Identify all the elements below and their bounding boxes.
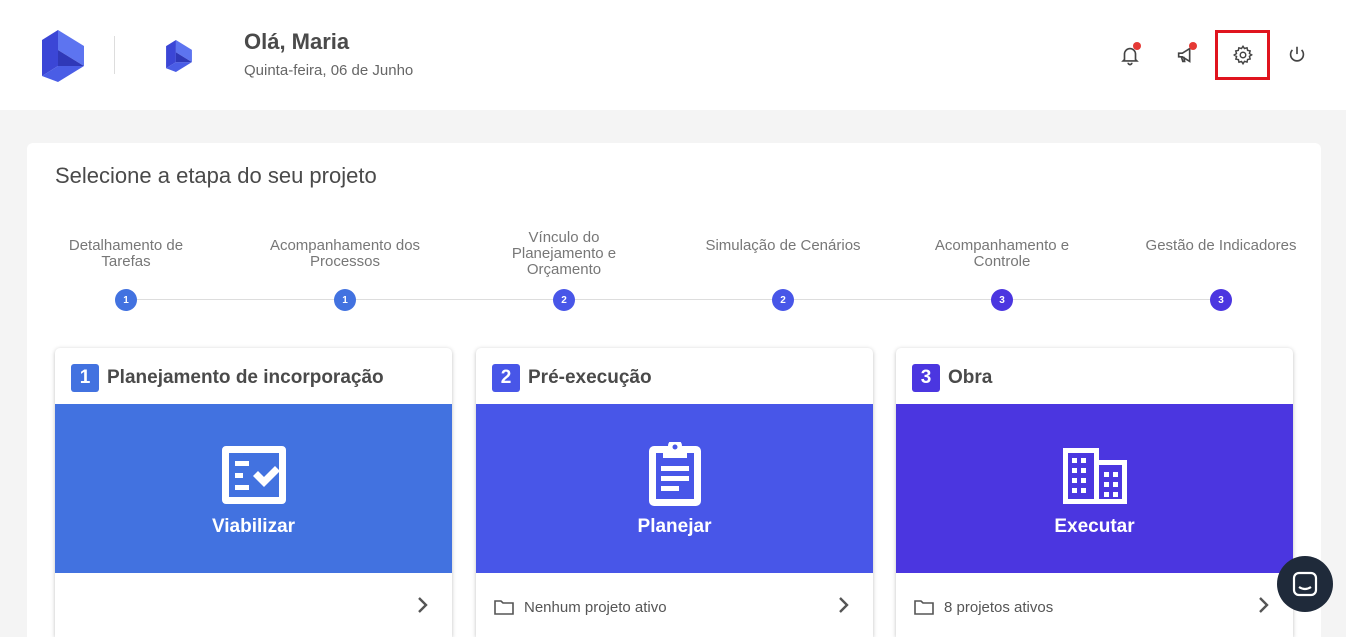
card-title: Pré-execução	[528, 367, 652, 388]
building-icon	[1062, 448, 1127, 504]
card-obra[interactable]: 3 Obra Executar 8 projetos ativos	[896, 348, 1293, 637]
active-projects-text: Nenhum projeto ativo	[524, 599, 667, 616]
step-label: Acompanhamento e Controle	[934, 237, 1070, 270]
top-header: Olá, Maria Quinta-feira, 06 de Junho	[0, 0, 1346, 110]
project-stage-panel: Selecione a etapa do seu projeto Detalha…	[27, 143, 1321, 637]
card-header: 2 Pré-execução	[492, 364, 652, 392]
step-label: Detalhamento de Tarefas	[68, 237, 184, 270]
card-title: Planejamento de incorporação	[107, 367, 384, 388]
chevron-right-icon[interactable]	[837, 596, 851, 614]
gear-icon	[1232, 44, 1253, 66]
card-footer[interactable]: Nenhum projeto ativo	[476, 573, 873, 637]
stage-number-badge: 1	[71, 364, 99, 392]
folder-icon	[914, 600, 934, 615]
card-body[interactable]: Executar	[896, 404, 1293, 573]
greeting-text: Olá, Maria	[244, 29, 350, 54]
step-label: Acompanhamento dos Processos	[269, 237, 421, 270]
page-title: Selecione a etapa do seu projeto	[55, 163, 377, 188]
brand-logo[interactable]	[42, 30, 84, 82]
logout-button[interactable]	[1282, 40, 1312, 70]
chevron-right-icon[interactable]	[416, 596, 430, 614]
step-marker[interactable]: 1	[334, 289, 356, 311]
stage-number-badge: 2	[492, 364, 520, 392]
clipboard-icon	[648, 442, 701, 506]
announcement-dot	[1189, 42, 1197, 50]
card-title: Obra	[948, 367, 993, 388]
folder-icon	[494, 600, 514, 615]
notifications-button[interactable]	[1115, 40, 1145, 70]
card-header: 1 Planejamento de incorporação	[71, 364, 384, 392]
step-label: Vínculo do Planejamento e Orçamento	[511, 229, 617, 278]
step-label: Gestão de Indicadores	[1145, 237, 1297, 254]
card-body[interactable]: Planejar	[476, 404, 873, 573]
product-logo[interactable]	[166, 40, 192, 72]
step-marker[interactable]: 3	[1210, 289, 1232, 311]
card-footer[interactable]	[55, 573, 452, 637]
chat-button[interactable]	[1277, 556, 1333, 612]
notification-dot	[1133, 42, 1141, 50]
card-planejamento[interactable]: 1 Planejamento de incorporação Viabiliza…	[55, 348, 452, 637]
settings-button[interactable]	[1228, 40, 1258, 70]
chevron-right-icon[interactable]	[1257, 596, 1271, 614]
step-marker[interactable]: 1	[115, 289, 137, 311]
stage-number-badge: 3	[912, 364, 940, 392]
stepper-line	[127, 299, 1221, 300]
card-footer[interactable]: 8 projetos ativos	[896, 573, 1293, 637]
announcements-button[interactable]	[1171, 40, 1201, 70]
power-icon	[1289, 46, 1305, 62]
active-projects-text: 8 projetos ativos	[944, 599, 1054, 616]
planejar-button[interactable]: Planejar	[476, 516, 873, 538]
executar-button[interactable]: Executar	[896, 516, 1293, 538]
card-header: 3 Obra	[912, 364, 992, 392]
step-marker[interactable]: 2	[553, 289, 575, 311]
chat-icon	[1292, 571, 1318, 597]
card-pre-execucao[interactable]: 2 Pré-execução Planejar Nenhum projeto a…	[476, 348, 873, 637]
viabilizar-button[interactable]: Viabilizar	[55, 516, 452, 538]
step-marker[interactable]: 3	[991, 289, 1013, 311]
current-date: Quinta-feira, 06 de Junho	[244, 62, 414, 79]
card-body[interactable]: Viabilizar	[55, 404, 452, 573]
step-label: Simulação de Cenários	[705, 237, 861, 254]
step-marker[interactable]: 2	[772, 289, 794, 311]
checklist-icon	[221, 446, 286, 504]
header-divider	[114, 36, 115, 74]
